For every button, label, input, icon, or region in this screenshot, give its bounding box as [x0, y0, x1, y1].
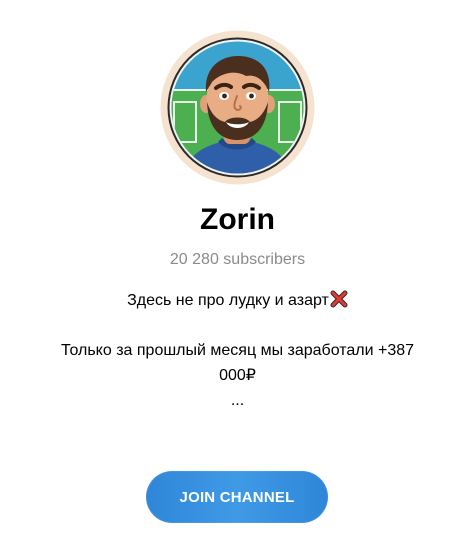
description-line-3: 000₽ [219, 367, 256, 384]
avatar-illustration [160, 30, 315, 185]
description-line: Здесь не про лудку и азарт [0, 288, 475, 313]
cross-mark-icon [330, 290, 348, 308]
subscriber-count: 20 280 subscribers [169, 251, 306, 268]
description-spacer [0, 313, 475, 338]
channel-description: Здесь не про лудку и азарт Только за про… [0, 288, 475, 413]
channel-avatar [160, 30, 315, 185]
join-channel-button[interactable]: JOIN CHANNEL [146, 471, 328, 523]
channel-title: Zorin [200, 203, 275, 236]
description-line-1: Здесь не про лудку и азарт [127, 292, 329, 309]
channel-preview: Zorin 20 280 subscribers Здесь не про лу… [0, 0, 475, 538]
description-line-2: Только за прошлый месяц мы заработали +3… [60, 342, 415, 359]
description-line-4: ... [230, 392, 245, 409]
